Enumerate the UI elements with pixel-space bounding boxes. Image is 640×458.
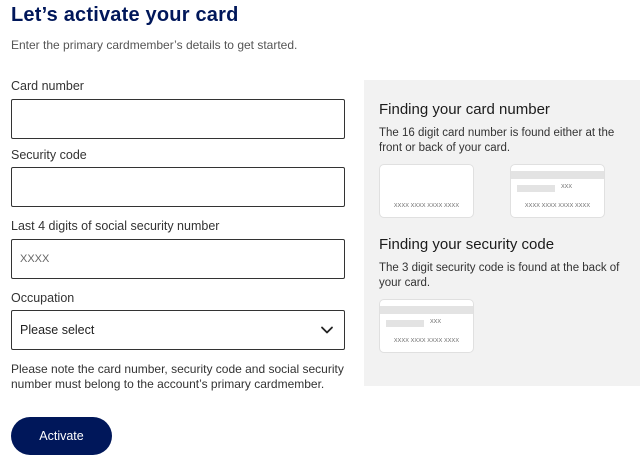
card-number-digits: XXXX XXXX XXXX XXXX (393, 338, 460, 344)
card-number-digits: XXXX XXXX XXXX XXXX (393, 203, 460, 209)
card-number-help-text: The 16 digit card number is found either… (379, 127, 615, 154)
signature-strip (386, 320, 424, 327)
activate-button[interactable]: Activate (11, 417, 112, 455)
card-front-illustration: XXXX XXXX XXXX XXXX (379, 164, 474, 218)
card-number-field-wrapper (11, 99, 345, 139)
ownership-note: Please note the card number, security co… (11, 362, 344, 391)
ssn-field-wrapper (11, 239, 345, 279)
magnetic-strip (380, 306, 473, 314)
card-back-illustration: XXX XXXX XXXX XXXX XXXX (510, 164, 605, 218)
security-code-field[interactable] (12, 168, 344, 206)
magnetic-strip (511, 171, 604, 179)
card-number-digits: XXXX XXXX XXXX XXXX (524, 203, 591, 209)
card-number-label: Card number (11, 79, 84, 93)
chevron-down-icon (321, 326, 333, 334)
signature-strip (517, 185, 555, 192)
security-code-digits: XXX (430, 319, 442, 325)
occupation-label: Occupation (11, 291, 75, 305)
card-number-field[interactable] (12, 100, 344, 138)
security-code-help-text: The 3 digit security code is found at th… (379, 262, 620, 289)
help-panel: Finding your card number The 16 digit ca… (364, 80, 640, 386)
ssn-field[interactable] (12, 240, 344, 278)
ssn-label: Last 4 digits of social security number (11, 219, 220, 233)
occupation-select[interactable]: Please select (11, 310, 345, 350)
security-code-help-heading: Finding your security code (379, 236, 555, 253)
card-back-security-illustration: XXX XXXX XXXX XXXX XXXX (379, 299, 474, 353)
occupation-selected-value: Please select (20, 323, 95, 337)
page-title: Let’s activate your card (11, 4, 239, 26)
security-code-digits: XXX (561, 184, 573, 190)
security-code-label: Security code (11, 148, 87, 162)
page-subtitle: Enter the primary cardmember’s details t… (11, 38, 298, 52)
security-code-field-wrapper (11, 167, 345, 207)
card-number-help-heading: Finding your card number (379, 101, 550, 118)
